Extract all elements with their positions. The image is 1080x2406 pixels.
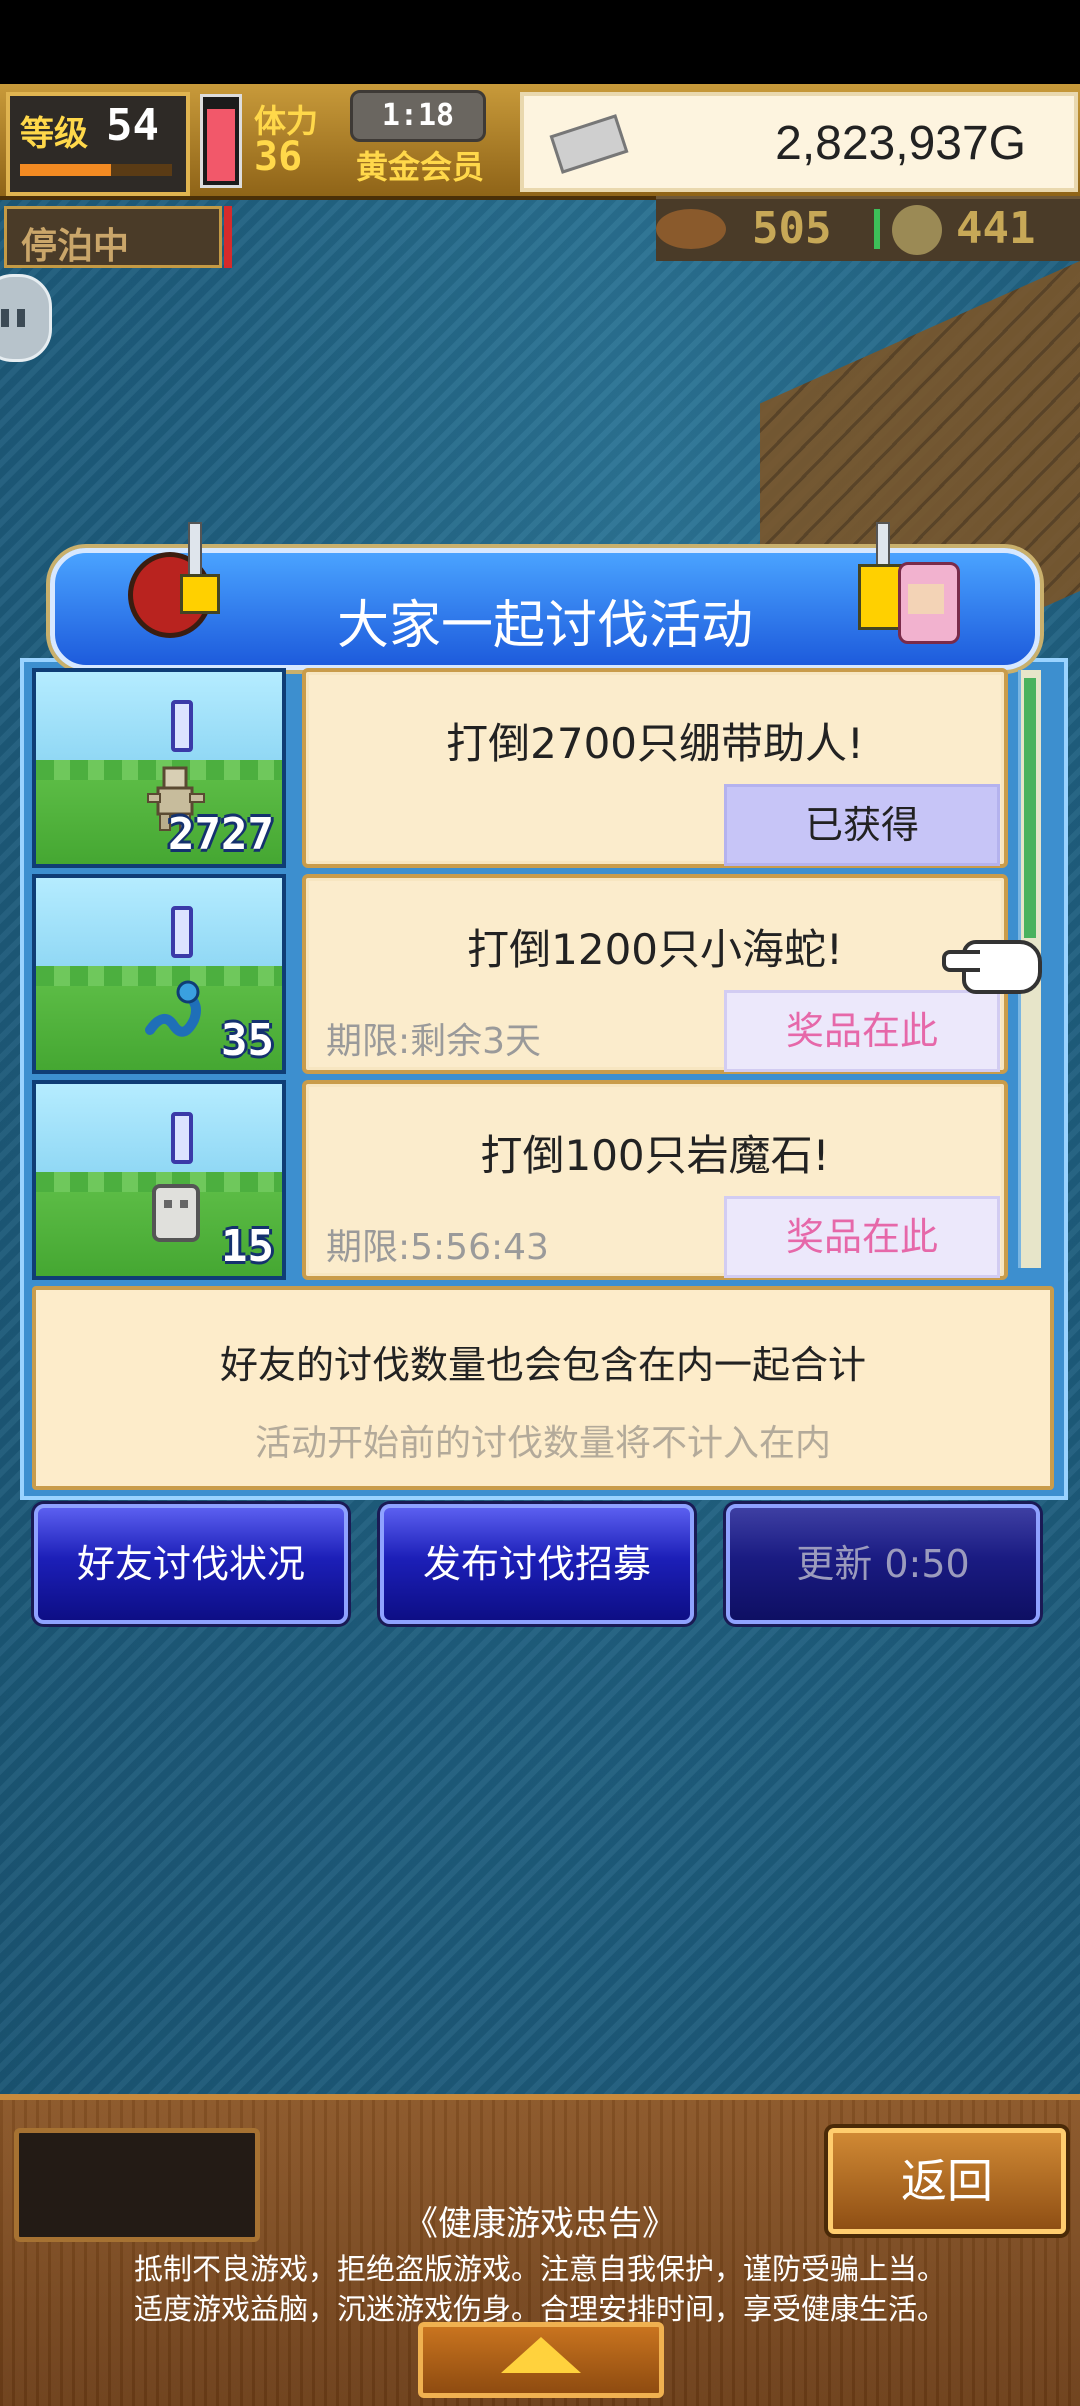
quest-card: 打倒100只岩魔石! 期限:5:56:43 奖品在此 bbox=[302, 1080, 1008, 1280]
level-label: 等级 bbox=[20, 114, 88, 154]
docked-indicator bbox=[224, 206, 232, 268]
coin-value: 441 bbox=[956, 203, 1036, 254]
docked-label: 停泊中 bbox=[21, 226, 130, 267]
up-arrow-icon bbox=[501, 2337, 581, 2373]
claim-prize-button[interactable]: 奖品在此 bbox=[724, 990, 1000, 1072]
exp-bar bbox=[20, 164, 172, 176]
sea-snake-monster-icon bbox=[145, 980, 201, 1037]
level-panel: 等级 54 bbox=[6, 92, 190, 196]
system-status-bar bbox=[0, 0, 1080, 84]
publish-recruit-button[interactable]: 发布讨伐招募 bbox=[380, 1504, 694, 1624]
stamina-timer: 1:18 bbox=[350, 90, 486, 142]
kill-count: 35 bbox=[221, 1015, 274, 1066]
level-value: 54 bbox=[106, 100, 159, 151]
coin-icon bbox=[892, 205, 942, 255]
quest-card: 打倒2700只绷带助人! 已获得 bbox=[302, 668, 1008, 868]
food-value: 505 bbox=[752, 203, 832, 254]
quest-thumbnail: 2727 bbox=[32, 668, 286, 868]
gold-panel[interactable]: 2,823,937G bbox=[520, 92, 1078, 192]
exp-bar-fill bbox=[20, 164, 112, 176]
quest-deadline: 期限:剩余3天 bbox=[326, 1021, 542, 1062]
quest-row: 35 打倒1200只小海蛇! 期限:剩余3天 奖品在此 bbox=[32, 874, 1008, 1074]
quest-row: 2727 打倒2700只绷带助人! 已获得 bbox=[32, 668, 1008, 868]
exclamation-icon bbox=[171, 700, 193, 752]
docked-status[interactable]: 停泊中 bbox=[4, 206, 222, 268]
event-info-box: 好友的讨伐数量也会包含在内一起合计 活动开始前的讨伐数量将不计入在内 bbox=[32, 1286, 1054, 1490]
health-notice-line-1: 抵制不良游戏，拒绝盗版游戏。注意自我保护，谨防受骗上当。 bbox=[133, 2252, 946, 2286]
stamina-fill bbox=[207, 109, 235, 181]
princess-mascot-icon bbox=[858, 522, 968, 650]
chat-bubble-icon[interactable] bbox=[0, 274, 52, 362]
quest-thumbnail: 15 bbox=[32, 1080, 286, 1280]
quest-title: 打倒1200只小海蛇! bbox=[467, 925, 843, 974]
stamina-value: 36 bbox=[254, 134, 303, 180]
bottom-bar: 返回 《健康游戏忠告》 抵制不良游戏，拒绝盗版游戏。注意自我保护，谨防受骗上当。… bbox=[0, 2094, 1080, 2406]
quest-card: 打倒1200只小海蛇! 期限:剩余3天 奖品在此 bbox=[302, 874, 1008, 1074]
kill-count: 2727 bbox=[168, 809, 274, 860]
quest-title: 打倒100只岩魔石! bbox=[480, 1131, 830, 1180]
kill-count: 15 bbox=[221, 1221, 274, 1272]
food-icon bbox=[656, 209, 726, 249]
quest-thumbnail: 35 bbox=[32, 874, 286, 1074]
quest-deadline: 期限:5:56:43 bbox=[326, 1227, 549, 1268]
expand-menu-button[interactable] bbox=[418, 2322, 664, 2398]
quest-row: 15 打倒100只岩魔石! 期限:5:56:43 奖品在此 bbox=[32, 1080, 1008, 1280]
health-notice-title: 《健康游戏忠告》 bbox=[404, 2204, 676, 2244]
silver-bar-icon bbox=[549, 114, 629, 174]
info-line-1: 好友的讨伐数量也会包含在内一起合计 bbox=[219, 1343, 866, 1387]
exclamation-icon bbox=[171, 906, 193, 958]
refresh-button[interactable]: 更新 0:50 bbox=[726, 1504, 1040, 1624]
info-line-2: 活动开始前的讨伐数量将不计入在内 bbox=[254, 1423, 831, 1464]
knight-mascot-icon bbox=[120, 522, 220, 650]
gold-member-badge[interactable]: 黄金会员 bbox=[356, 142, 484, 188]
gold-value: 2,823,937G bbox=[775, 117, 1026, 170]
resource-divider bbox=[874, 209, 880, 249]
friend-status-button[interactable]: 好友讨伐状况 bbox=[34, 1504, 348, 1624]
top-hud: 等级 54 体力 36 1:18 黄金会员 2,823,937G bbox=[0, 84, 1080, 200]
resource-bar: 505 441 bbox=[656, 196, 1080, 261]
stamina-gauge bbox=[200, 94, 242, 188]
pointing-hand-icon bbox=[942, 940, 1042, 994]
scrollbar-thumb[interactable] bbox=[1024, 678, 1036, 938]
quest-title: 打倒2700只绷带助人! bbox=[446, 719, 864, 768]
rock-golem-monster-icon bbox=[152, 1184, 200, 1242]
claimed-button[interactable]: 已获得 bbox=[724, 784, 1000, 866]
claim-prize-button[interactable]: 奖品在此 bbox=[724, 1196, 1000, 1278]
exclamation-icon bbox=[171, 1112, 193, 1164]
